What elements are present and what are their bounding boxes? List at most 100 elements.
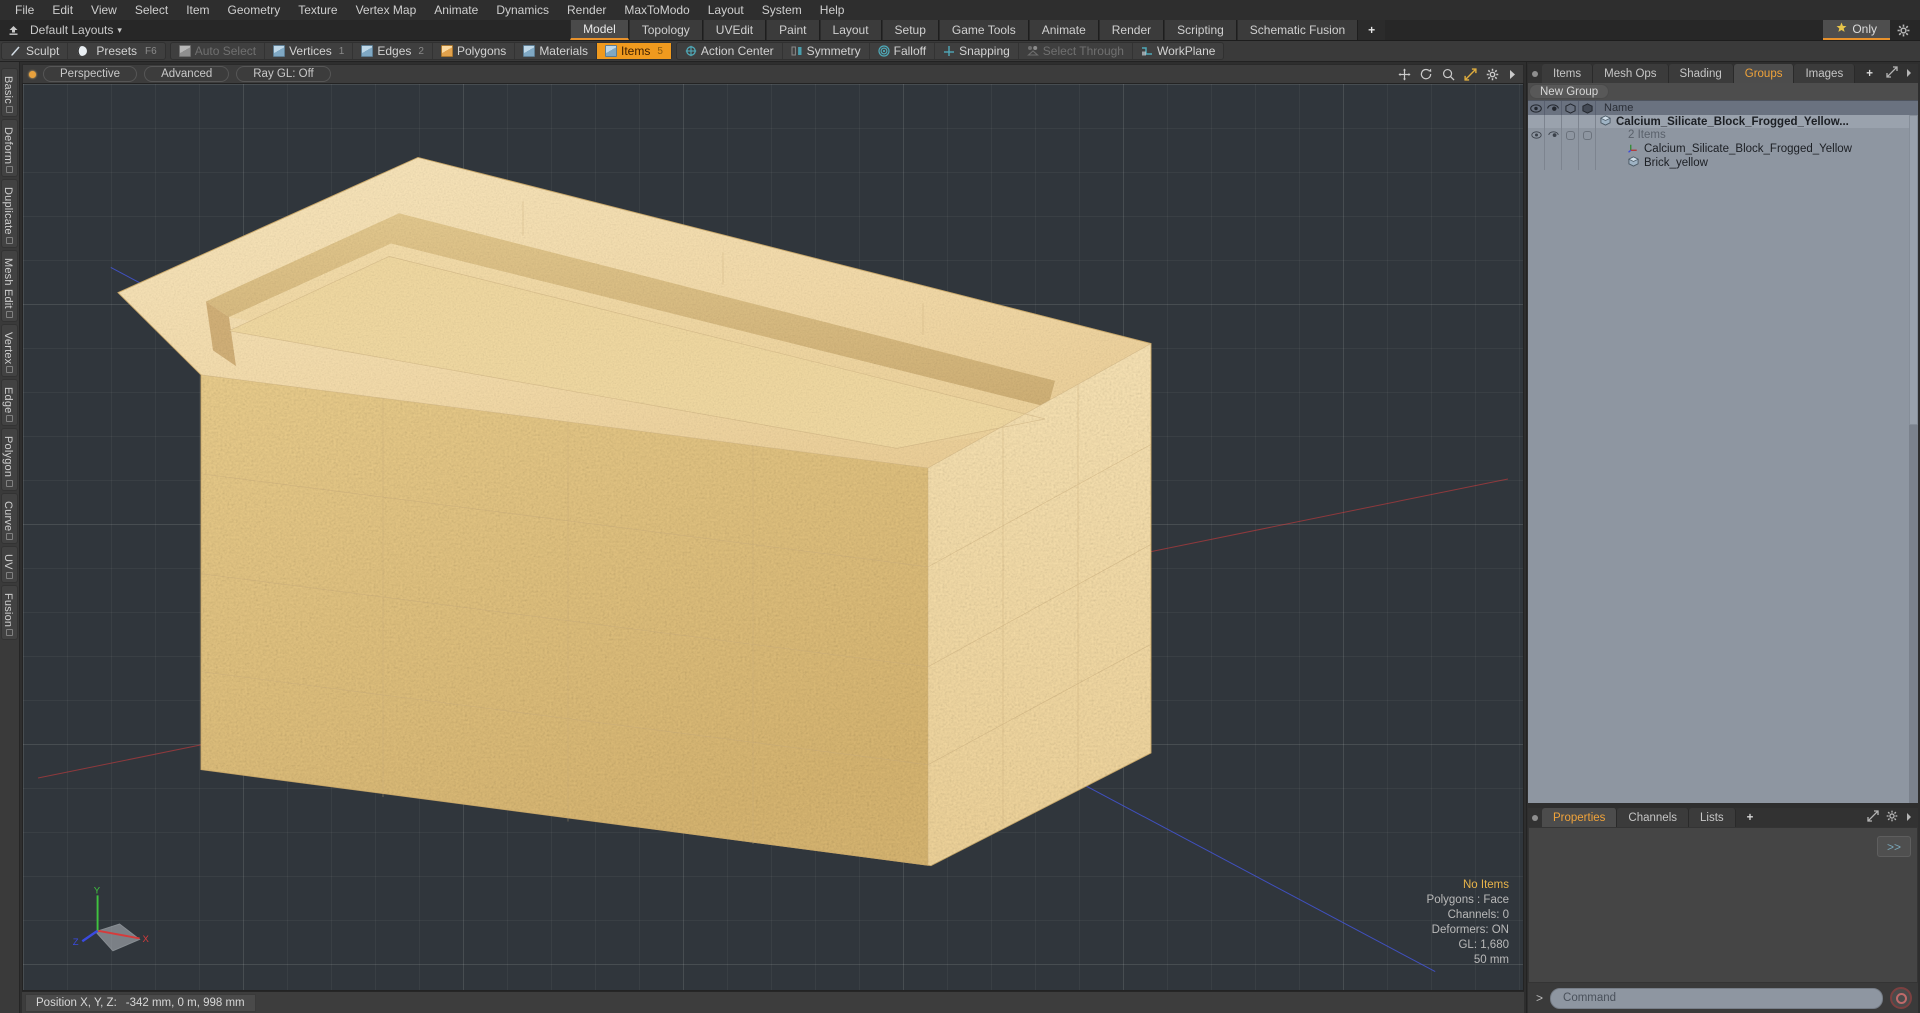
left-tab-edge[interactable]: Edge: [1, 378, 18, 427]
chevron-right-icon[interactable]: [1905, 67, 1913, 81]
left-tab-fusion[interactable]: Fusion: [1, 584, 18, 640]
left-tab-polygon[interactable]: Polygon: [1, 428, 18, 491]
layout-tab-render[interactable]: Render: [1098, 20, 1165, 40]
menu-dynamics[interactable]: Dynamics: [487, 0, 558, 20]
layout-tab-model[interactable]: Model: [570, 20, 629, 40]
viewport-shading-dropdown[interactable]: Advanced: [144, 66, 230, 82]
menu-animate[interactable]: Animate: [425, 0, 487, 20]
tab-mesh-ops[interactable]: Mesh Ops: [1593, 64, 1669, 83]
tree-item-group[interactable]: Calcium_Silicate_Block_Frogged_Yellow...: [1596, 115, 1918, 128]
menu-file[interactable]: File: [6, 0, 43, 20]
row-render-cell[interactable]: [1545, 156, 1562, 170]
viewport-3d[interactable]: No Items Polygons : Face Channels: 0 Def…: [22, 83, 1524, 991]
row-render-cell[interactable]: [1545, 128, 1562, 142]
tab-channels[interactable]: Channels: [1617, 808, 1690, 827]
toolbar-workplane-button[interactable]: WorkPlane: [1133, 43, 1223, 59]
tab-groups[interactable]: Groups: [1733, 64, 1795, 83]
row-eye-cell[interactable]: [1528, 156, 1545, 170]
left-tab-vertex[interactable]: Vertex: [1, 323, 18, 377]
menu-render[interactable]: Render: [558, 0, 615, 20]
layout-tab-uvedit[interactable]: UVEdit: [702, 20, 767, 40]
gear-icon[interactable]: [1886, 810, 1898, 825]
table-row[interactable]: Calcium_Silicate_Block_Frogged_Yellow: [1528, 142, 1918, 156]
tab-properties[interactable]: Properties: [1542, 808, 1618, 827]
row-shaded-cell[interactable]: [1579, 156, 1596, 170]
expand-icon[interactable]: [1867, 810, 1879, 825]
toolbar-materials-button[interactable]: Materials: [515, 43, 597, 59]
toolbar-falloff-button[interactable]: Falloff: [870, 43, 936, 59]
menu-layout[interactable]: Layout: [699, 0, 753, 20]
zoom-icon[interactable]: [1442, 68, 1455, 81]
add-bottom-tab-button[interactable]: +: [1735, 808, 1765, 827]
chevron-right-icon[interactable]: [1905, 811, 1913, 825]
left-tab-mesh-edit[interactable]: Mesh Edit: [1, 249, 18, 322]
layout-tab-game-tools[interactable]: Game Tools: [938, 20, 1029, 40]
tree-item-mesh[interactable]: Brick_yellow: [1596, 156, 1918, 170]
left-tab-duplicate[interactable]: Duplicate: [1, 179, 18, 248]
menu-select[interactable]: Select: [126, 0, 177, 20]
toolbar-select-through-button[interactable]: Select Through: [1019, 43, 1133, 59]
axis-gizmo[interactable]: X Y Z: [67, 882, 153, 968]
add-panel-tab-button[interactable]: +: [1855, 64, 1884, 83]
row-wire-cell[interactable]: [1562, 142, 1579, 156]
table-row[interactable]: Brick_yellow: [1528, 156, 1918, 170]
layout-tab-layout[interactable]: Layout: [819, 20, 882, 40]
toolbar-presets-button[interactable]: Presets F6: [68, 43, 164, 59]
default-layouts-dropdown[interactable]: Default Layouts ▾: [26, 20, 132, 40]
left-tab-uv[interactable]: UV: [1, 545, 18, 583]
row-eye-cell[interactable]: [1528, 115, 1545, 128]
tree-scrollbar[interactable]: [1909, 115, 1918, 803]
brick-3d-model[interactable]: [23, 84, 1523, 990]
toolbar-snapping-button[interactable]: Snapping: [935, 43, 1019, 59]
menu-edit[interactable]: Edit: [43, 0, 82, 20]
tab-lists[interactable]: Lists: [1689, 808, 1736, 827]
layout-tab-topology[interactable]: Topology: [628, 20, 703, 40]
rotate-icon[interactable]: [1420, 68, 1433, 81]
gear-icon[interactable]: [1890, 20, 1916, 40]
menu-vertex-map[interactable]: Vertex Map: [347, 0, 426, 20]
tab-items[interactable]: Items: [1542, 64, 1594, 83]
menu-help[interactable]: Help: [811, 0, 854, 20]
wireframe-icon[interactable]: [1562, 101, 1579, 115]
toolbar-polygons-button[interactable]: Polygons: [433, 43, 516, 59]
row-shaded-cell[interactable]: [1579, 115, 1596, 128]
gear-icon[interactable]: [1486, 68, 1499, 81]
left-tab-basic[interactable]: Basic: [1, 68, 18, 117]
layout-tab-schematic-fusion[interactable]: Schematic Fusion: [1236, 20, 1359, 40]
toolbar-vertices-button[interactable]: Vertices 1: [265, 43, 354, 59]
chevron-right-icon[interactable]: [1508, 69, 1517, 80]
group-tree[interactable]: Calcium_Silicate_Block_Frogged_Yellow...: [1528, 115, 1918, 803]
toolbar-action-center-button[interactable]: Action Center: [677, 43, 783, 59]
eye-icon[interactable]: [1528, 101, 1545, 115]
command-input[interactable]: Command: [1550, 987, 1883, 1009]
layout-tab-setup[interactable]: Setup: [881, 20, 939, 40]
record-icon[interactable]: [1890, 987, 1912, 1009]
menu-view[interactable]: View: [82, 0, 126, 20]
more-options-button[interactable]: >>: [1877, 836, 1911, 857]
layout-tab-scripting[interactable]: Scripting: [1164, 20, 1237, 40]
shaded-icon[interactable]: [1579, 101, 1596, 115]
layout-tab-animate[interactable]: Animate: [1028, 20, 1099, 40]
row-eye-cell[interactable]: [1528, 142, 1545, 156]
tab-images[interactable]: Images: [1794, 64, 1856, 83]
left-tab-deform[interactable]: Deform: [1, 118, 18, 178]
menu-geometry[interactable]: Geometry: [219, 0, 290, 20]
row-eye-cell[interactable]: [1528, 128, 1545, 142]
only-button[interactable]: Only: [1823, 20, 1891, 40]
menu-texture[interactable]: Texture: [289, 0, 346, 20]
row-render-cell[interactable]: [1545, 142, 1562, 156]
maximize-icon[interactable]: [1464, 67, 1477, 81]
toolbar-items-button[interactable]: Items 5: [597, 43, 671, 59]
toolbar-symmetry-button[interactable]: Symmetry: [783, 43, 870, 59]
viewport-raygl-toggle[interactable]: Ray GL: Off: [236, 66, 331, 82]
add-layout-tab-button[interactable]: +: [1358, 20, 1386, 40]
row-wire-cell[interactable]: [1562, 156, 1579, 170]
new-group-button[interactable]: New Group: [1529, 84, 1610, 99]
row-shaded-cell[interactable]: [1579, 142, 1596, 156]
toolbar-auto-select-button[interactable]: Auto Select: [171, 43, 266, 59]
toolbar-sculpt-button[interactable]: Sculpt: [2, 43, 69, 59]
left-tab-curve[interactable]: Curve: [1, 492, 18, 544]
table-row[interactable]: Calcium_Silicate_Block_Frogged_Yellow...: [1528, 115, 1918, 128]
expand-icon[interactable]: [1886, 66, 1898, 81]
viewport-view-mode-dropdown[interactable]: Perspective: [43, 66, 138, 82]
